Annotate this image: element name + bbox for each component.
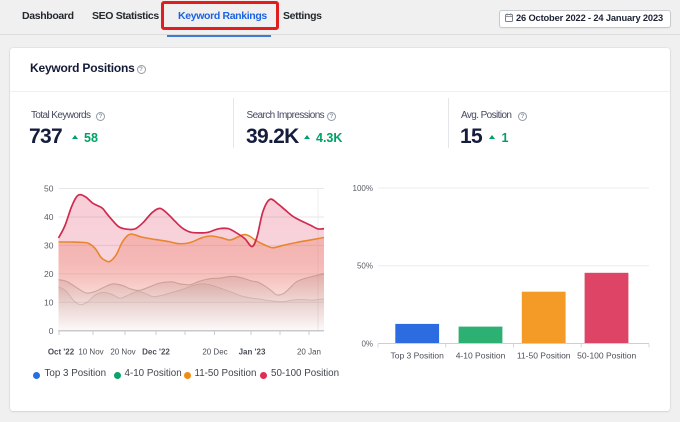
svg-text:0%: 0%: [361, 339, 373, 348]
svg-text:Oct '22: Oct '22: [48, 347, 75, 356]
svg-text:20 Jan: 20 Jan: [297, 347, 321, 356]
svg-text:4-10 Position: 4-10 Position: [456, 351, 506, 361]
svg-text:10: 10: [44, 297, 54, 307]
svg-text:20 Nov: 20 Nov: [110, 347, 135, 356]
svg-text:20 Dec: 20 Dec: [202, 347, 227, 356]
svg-text:Top 3 Position: Top 3 Position: [390, 351, 444, 361]
svg-text:Dec '22: Dec '22: [142, 347, 170, 356]
svg-text:50%: 50%: [357, 262, 373, 271]
svg-text:11-50 Position: 11-50 Position: [517, 351, 571, 361]
svg-text:50-100 Position: 50-100 Position: [577, 351, 636, 361]
svg-text:30: 30: [44, 240, 54, 250]
svg-text:20: 20: [44, 269, 54, 279]
svg-text:10 Nov: 10 Nov: [78, 347, 103, 356]
svg-text:Jan '23: Jan '23: [239, 347, 266, 356]
svg-text:0: 0: [49, 326, 54, 336]
svg-text:40: 40: [44, 212, 54, 222]
svg-text:100%: 100%: [353, 184, 373, 193]
svg-text:50: 50: [44, 184, 54, 194]
